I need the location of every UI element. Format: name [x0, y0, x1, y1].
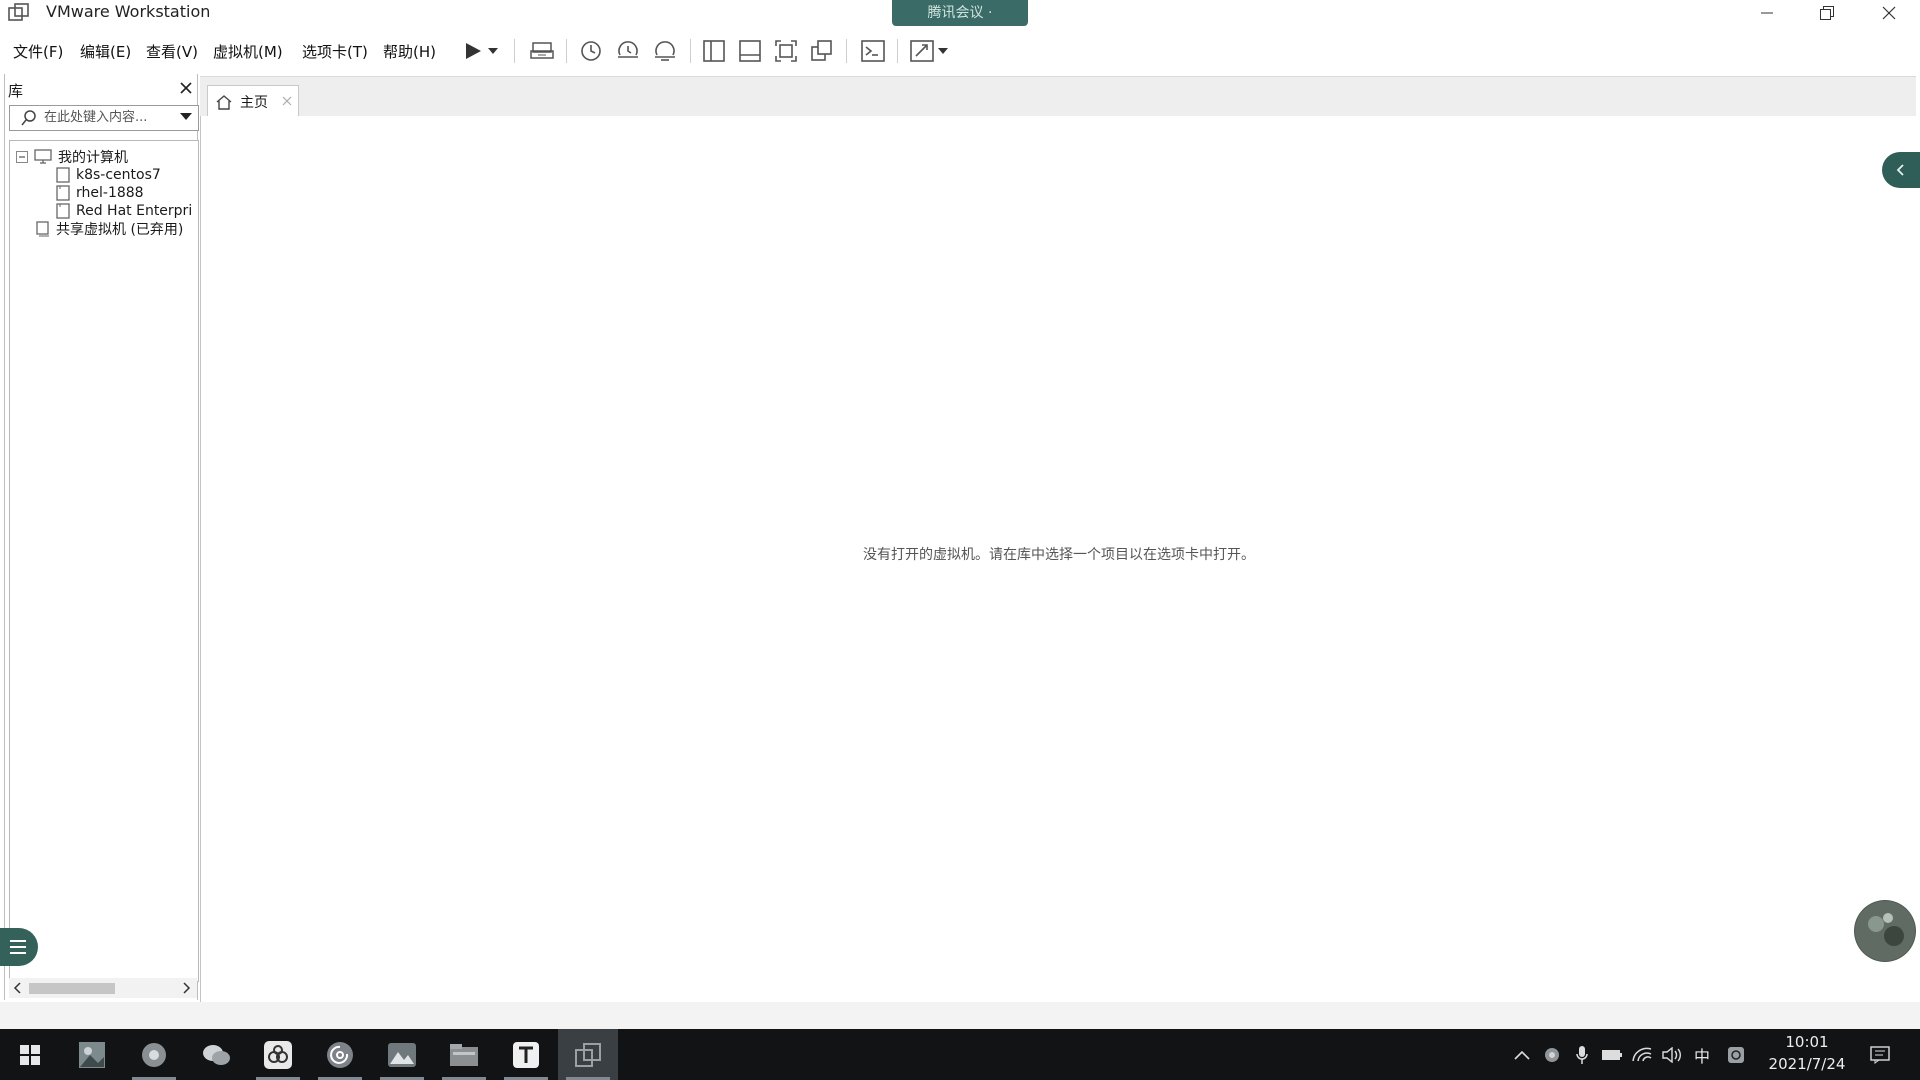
tab-home-label: 主页: [240, 95, 268, 111]
vmware-icon[interactable]: [558, 1029, 618, 1080]
tab-home[interactable]: 主页: [207, 85, 299, 118]
battery-icon[interactable]: [1600, 1043, 1624, 1067]
main-content: 没有打开的虚拟机。请在库中选择一个项目以在选项卡中打开。: [200, 116, 1917, 1003]
library-title: 库: [8, 82, 24, 100]
tree-label-vm: Red Hat Enterpri: [76, 203, 193, 219]
shared-vm-icon: [36, 221, 50, 237]
restore-button[interactable]: [1798, 0, 1856, 26]
wechat-icon[interactable]: [186, 1029, 246, 1080]
tree-label-my-computer: 我的计算机: [58, 150, 128, 166]
tree-node-vm[interactable]: rhel-1888: [56, 183, 144, 203]
baidu-netdisk-icon[interactable]: [248, 1029, 308, 1080]
list-icon: [8, 938, 28, 956]
file-explorer-icon[interactable]: [434, 1029, 494, 1080]
menu-file[interactable]: 文件(F): [13, 41, 63, 62]
collapse-icon[interactable]: [16, 151, 28, 163]
tree-node-my-computer[interactable]: 我的计算机: [16, 147, 128, 167]
notification-icon[interactable]: [1868, 1043, 1892, 1067]
library-horizontal-scrollbar[interactable]: [9, 978, 197, 998]
tray-app-icon[interactable]: [1540, 1043, 1564, 1067]
revert-snapshot-icon[interactable]: [613, 37, 643, 65]
microphone-icon[interactable]: [1570, 1043, 1594, 1067]
typora-icon[interactable]: [496, 1029, 556, 1080]
tree-label-shared-vms: 共享虚拟机 (已弃用): [56, 222, 184, 238]
taskbar: 中 10:01 2021/7/24: [0, 1029, 1920, 1080]
floating-avatar[interactable]: [1854, 900, 1916, 962]
floating-menu-button[interactable]: [0, 928, 38, 966]
power-dropdown-icon[interactable]: [486, 37, 500, 65]
start-icon[interactable]: [0, 1029, 60, 1080]
qq-icon[interactable]: [1724, 1043, 1748, 1067]
chevron-left-icon: [1896, 164, 1906, 176]
stretch-guest-icon[interactable]: [907, 37, 937, 65]
clock-time[interactable]: 10:01: [1772, 1033, 1842, 1051]
clock-date[interactable]: 2021/7/24: [1762, 1055, 1852, 1073]
tree-label-vm: rhel-1888: [76, 185, 144, 201]
meeting-indicator[interactable]: 腾讯会议 ·: [892, 0, 1028, 26]
minimize-button[interactable]: [1738, 0, 1796, 26]
vm-icon: [56, 203, 70, 219]
tree-node-shared-vms[interactable]: 共享虚拟机 (已弃用): [36, 219, 183, 239]
photo-app-icon[interactable]: [62, 1029, 122, 1080]
empty-message: 没有打开的虚拟机。请在库中选择一个项目以在选项卡中打开。: [863, 547, 1255, 563]
gallery-app-icon[interactable]: [372, 1029, 432, 1080]
send-ctrl-alt-del-icon[interactable]: [527, 37, 557, 65]
volume-icon[interactable]: [1660, 1043, 1684, 1067]
close-window-button[interactable]: [1860, 0, 1918, 26]
unity-mode-icon[interactable]: [807, 37, 837, 65]
toolbar-separator: [897, 39, 898, 63]
tree-node-vm[interactable]: k8s-centos7: [56, 165, 161, 185]
menu-vm[interactable]: 虚拟机(M): [213, 41, 283, 62]
vm-icon: [56, 185, 70, 201]
side-panel-toggle[interactable]: [1882, 152, 1920, 188]
toolbar-separator: [690, 39, 691, 63]
power-on-icon[interactable]: [458, 37, 488, 65]
snapshot-icon[interactable]: [576, 37, 606, 65]
menu-toolbar: 文件(F) 编辑(E) 查看(V) 虚拟机(M) 选项卡(T) 帮助(H): [0, 28, 1920, 74]
home-icon: [216, 94, 232, 110]
title-bar: VMware Workstation 腾讯会议 ·: [0, 0, 1920, 28]
scroll-left-icon[interactable]: [13, 982, 21, 994]
full-screen-icon[interactable]: [771, 37, 801, 65]
library-close-icon[interactable]: [177, 79, 195, 97]
library-panel: 库 我的计算机 k8s-centos7: [4, 74, 199, 1000]
search-dropdown-icon[interactable]: [180, 113, 192, 121]
search-icon: [20, 109, 38, 127]
window-title: VMware Workstation: [46, 2, 211, 21]
input-method-indicator[interactable]: 中: [1690, 1043, 1714, 1067]
vmware-app-icon: [8, 3, 30, 23]
tab-strip: 主页: [200, 76, 1916, 118]
stretch-dropdown-icon[interactable]: [936, 37, 950, 65]
menu-help[interactable]: 帮助(H): [383, 41, 436, 62]
menu-edit[interactable]: 编辑(E): [80, 41, 131, 62]
snapshot-manager-icon[interactable]: [650, 37, 680, 65]
computer-icon: [34, 149, 52, 165]
tree-label-vm: k8s-centos7: [76, 167, 161, 183]
menu-tabs[interactable]: 选项卡(T): [302, 41, 368, 62]
menu-view[interactable]: 查看(V): [146, 41, 198, 62]
browser-icon[interactable]: [124, 1029, 184, 1080]
library-search-box[interactable]: [9, 105, 199, 131]
toolbar-separator: [514, 39, 515, 63]
console-view-icon[interactable]: [858, 37, 888, 65]
toolbar-separator: [846, 39, 847, 63]
toolbar-separator: [566, 39, 567, 63]
scroll-right-icon[interactable]: [183, 982, 191, 994]
library-search-input[interactable]: [44, 108, 164, 126]
show-library-icon[interactable]: [699, 37, 729, 65]
wifi-icon[interactable]: [1630, 1043, 1654, 1067]
tab-close-icon[interactable]: [282, 96, 292, 106]
tree-node-vm[interactable]: Red Hat Enterpri: [56, 201, 196, 221]
status-bar: [0, 1002, 1920, 1029]
vm-icon: [56, 167, 70, 183]
netease-music-icon[interactable]: [310, 1029, 370, 1080]
show-hidden-icons-icon[interactable]: [1510, 1043, 1534, 1067]
scroll-thumb[interactable]: [29, 983, 115, 994]
show-thumbnail-bar-icon[interactable]: [735, 37, 765, 65]
library-tree: 我的计算机 k8s-centos7 rhel-1888 Red Hat Ente…: [9, 140, 199, 982]
